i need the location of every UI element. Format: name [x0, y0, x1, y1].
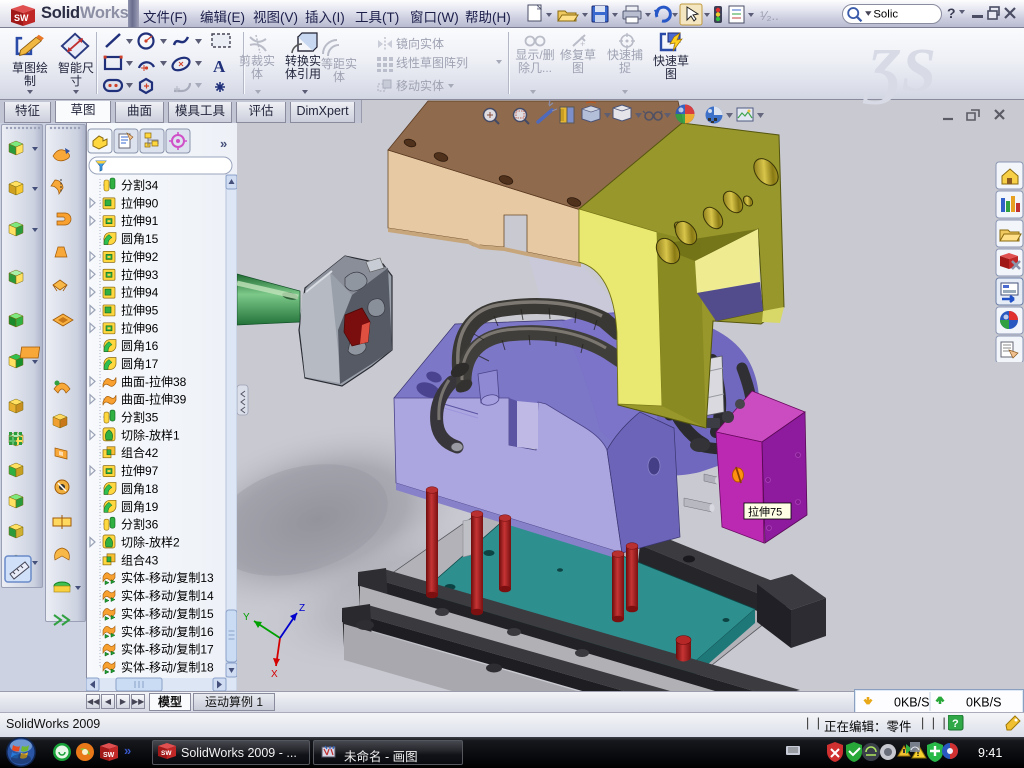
svg-text:切除-放样2: 切除-放样2	[121, 535, 180, 550]
svg-text:»: »	[220, 136, 227, 151]
svg-text:实体-移动/复制16: 实体-移动/复制16	[121, 624, 214, 639]
svg-text:拉伸96: 拉伸96	[121, 320, 159, 335]
svg-text:Y: Y	[243, 612, 250, 623]
svg-text:实体-移动/复制17: 实体-移动/复制17	[121, 642, 214, 657]
svg-text:实体-移动/复制15: 实体-移动/复制15	[121, 606, 214, 621]
svg-text:拉伸95: 拉伸95	[121, 303, 159, 318]
svg-text:实体-移动/复制13: 实体-移动/复制13	[121, 570, 214, 585]
svg-text:Z: Z	[299, 603, 305, 614]
svg-text:拉伸97: 拉伸97	[121, 463, 159, 478]
svg-text:X: X	[271, 669, 278, 680]
svg-text:曲面-拉伸38: 曲面-拉伸38	[121, 374, 187, 389]
svg-text:圆角19: 圆角19	[121, 500, 159, 514]
svg-text:0KB/S: 0KB/S	[966, 696, 1001, 710]
svg-text:分割36: 分割36	[121, 517, 159, 532]
svg-text:切除-放样1: 切除-放样1	[121, 427, 180, 442]
svg-text:SW: SW	[14, 13, 29, 23]
svg-text:¹⁄₂..: ¹⁄₂..	[760, 8, 779, 23]
svg-text:圆角15: 圆角15	[121, 232, 159, 246]
svg-text:拉伸92: 拉伸92	[121, 249, 159, 264]
svg-text:分割35: 分割35	[121, 410, 159, 425]
svg-text:拉伸90: 拉伸90	[121, 195, 159, 210]
svg-text:0KB/S: 0KB/S	[894, 696, 929, 710]
svg-text:SW: SW	[103, 752, 115, 759]
svg-text:圆角18: 圆角18	[121, 482, 159, 496]
svg-text:SW: SW	[161, 750, 172, 757]
svg-text:实体-移动/复制18: 实体-移动/复制18	[121, 660, 214, 675]
svg-text:组合43: 组合43	[121, 552, 159, 567]
svg-text:分割34: 分割34	[121, 178, 159, 193]
svg-text:圆角17: 圆角17	[121, 357, 159, 371]
svg-text:A: A	[213, 57, 226, 76]
svg-text:?: ?	[952, 718, 959, 730]
svg-text:曲面-拉伸39: 曲面-拉伸39	[121, 392, 187, 407]
svg-text:Solic: Solic	[873, 9, 898, 21]
svg-text:9:41: 9:41	[978, 746, 1002, 760]
svg-text:圆角16: 圆角16	[121, 339, 159, 353]
svg-text:组合42: 组合42	[121, 445, 159, 460]
svg-text:拉伸75: 拉伸75	[748, 505, 782, 519]
svg-text:拉伸93: 拉伸93	[121, 267, 159, 282]
svg-text:»: »	[124, 743, 131, 758]
svg-text:拉伸91: 拉伸91	[121, 213, 159, 228]
svg-text:拉伸94: 拉伸94	[121, 285, 159, 300]
svg-text:实体-移动/复制14: 实体-移动/复制14	[121, 588, 214, 603]
